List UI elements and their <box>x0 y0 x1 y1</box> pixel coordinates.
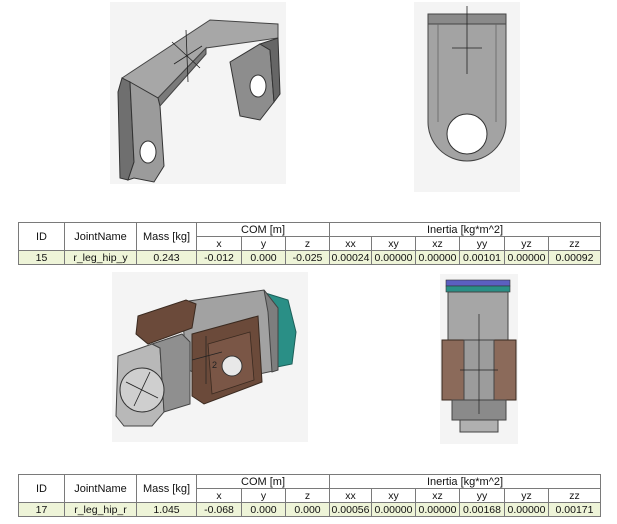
cell-inertia-xx: 0.00024 <box>329 250 372 265</box>
header-inertia-yy: yy <box>459 488 505 503</box>
cell-inertia-yy: 0.00168 <box>459 502 505 517</box>
servo-assembly-side-view <box>440 274 518 444</box>
cell-mass: 1.045 <box>136 502 197 517</box>
cell-com-x: -0.068 <box>196 502 242 517</box>
header-id: ID <box>18 222 65 251</box>
bracket-side-drawing <box>427 6 507 162</box>
header-inertia: Inertia [kg*m^2] <box>328 222 602 237</box>
servo-assembly-iso-view: 2 <box>112 272 308 442</box>
bracket-iso-view <box>110 2 286 184</box>
cell-inertia-xz: 0.00000 <box>415 250 460 265</box>
properties-table-2: ID JointName Mass [kg] COM [m] Inertia [… <box>18 474 602 517</box>
cell-inertia-zz: 0.00092 <box>547 250 602 265</box>
header-inertia: Inertia [kg*m^2] <box>328 474 602 489</box>
cell-inertia-xy: 0.00000 <box>371 250 416 265</box>
header-joint-name: JointName <box>64 474 137 503</box>
header-com-z: z <box>285 236 330 251</box>
cell-com-x: -0.012 <box>196 250 242 265</box>
cell-inertia-yz: 0.00000 <box>504 502 549 517</box>
header-inertia-yz: yz <box>504 236 549 251</box>
cell-com-y: 0.000 <box>241 250 286 265</box>
header-com-x: x <box>196 488 242 503</box>
header-com-y: y <box>241 488 286 503</box>
header-com-z: z <box>285 488 330 503</box>
cell-com-z: -0.025 <box>285 250 330 265</box>
servo-assembly-side-drawing <box>441 279 517 433</box>
table-row: 17 r_leg_hip_r 1.045 -0.068 0.000 0.000 … <box>18 502 602 517</box>
cell-com-y: 0.000 <box>241 502 286 517</box>
cell-inertia-xz: 0.00000 <box>415 502 460 517</box>
header-com: COM [m] <box>196 474 330 489</box>
header-inertia-xy: xy <box>371 236 416 251</box>
bracket-side-view <box>414 2 520 192</box>
header-inertia-zz: zz <box>547 488 602 503</box>
cell-inertia-xx: 0.00056 <box>329 502 372 517</box>
header-com-x: x <box>196 236 242 251</box>
cell-inertia-xy: 0.00000 <box>371 502 416 517</box>
bracket-iso-drawing <box>117 19 281 183</box>
table-row: 15 r_leg_hip_y 0.243 -0.012 0.000 -0.025… <box>18 250 602 265</box>
cell-id: 17 <box>18 502 65 517</box>
cell-com-z: 0.000 <box>285 502 330 517</box>
header-inertia-yy: yy <box>459 236 505 251</box>
servo-assembly-iso-drawing: 2 <box>115 289 297 427</box>
header-inertia-xz: xz <box>415 236 460 251</box>
header-joint-name: JointName <box>64 222 137 251</box>
cell-id: 15 <box>18 250 65 265</box>
cell-inertia-yz: 0.00000 <box>504 250 549 265</box>
cell-joint-name: r_leg_hip_y <box>64 250 137 265</box>
header-inertia-xz: xz <box>415 488 460 503</box>
header-com-y: y <box>241 236 286 251</box>
properties-table-1: ID JointName Mass [kg] COM [m] Inertia [… <box>18 222 602 265</box>
header-inertia-xx: xx <box>329 236 372 251</box>
header-inertia-zz: zz <box>547 236 602 251</box>
cell-inertia-yy: 0.00101 <box>459 250 505 265</box>
assembly-label: 2 <box>212 360 217 370</box>
header-com: COM [m] <box>196 222 330 237</box>
header-id: ID <box>18 474 65 503</box>
header-mass: Mass [kg] <box>136 474 197 503</box>
header-inertia-yz: yz <box>504 488 549 503</box>
header-inertia-xy: xy <box>371 488 416 503</box>
cell-inertia-zz: 0.00171 <box>547 502 602 517</box>
cell-joint-name: r_leg_hip_r <box>64 502 137 517</box>
header-mass: Mass [kg] <box>136 222 197 251</box>
header-inertia-xx: xx <box>329 488 372 503</box>
cell-mass: 0.243 <box>136 250 197 265</box>
